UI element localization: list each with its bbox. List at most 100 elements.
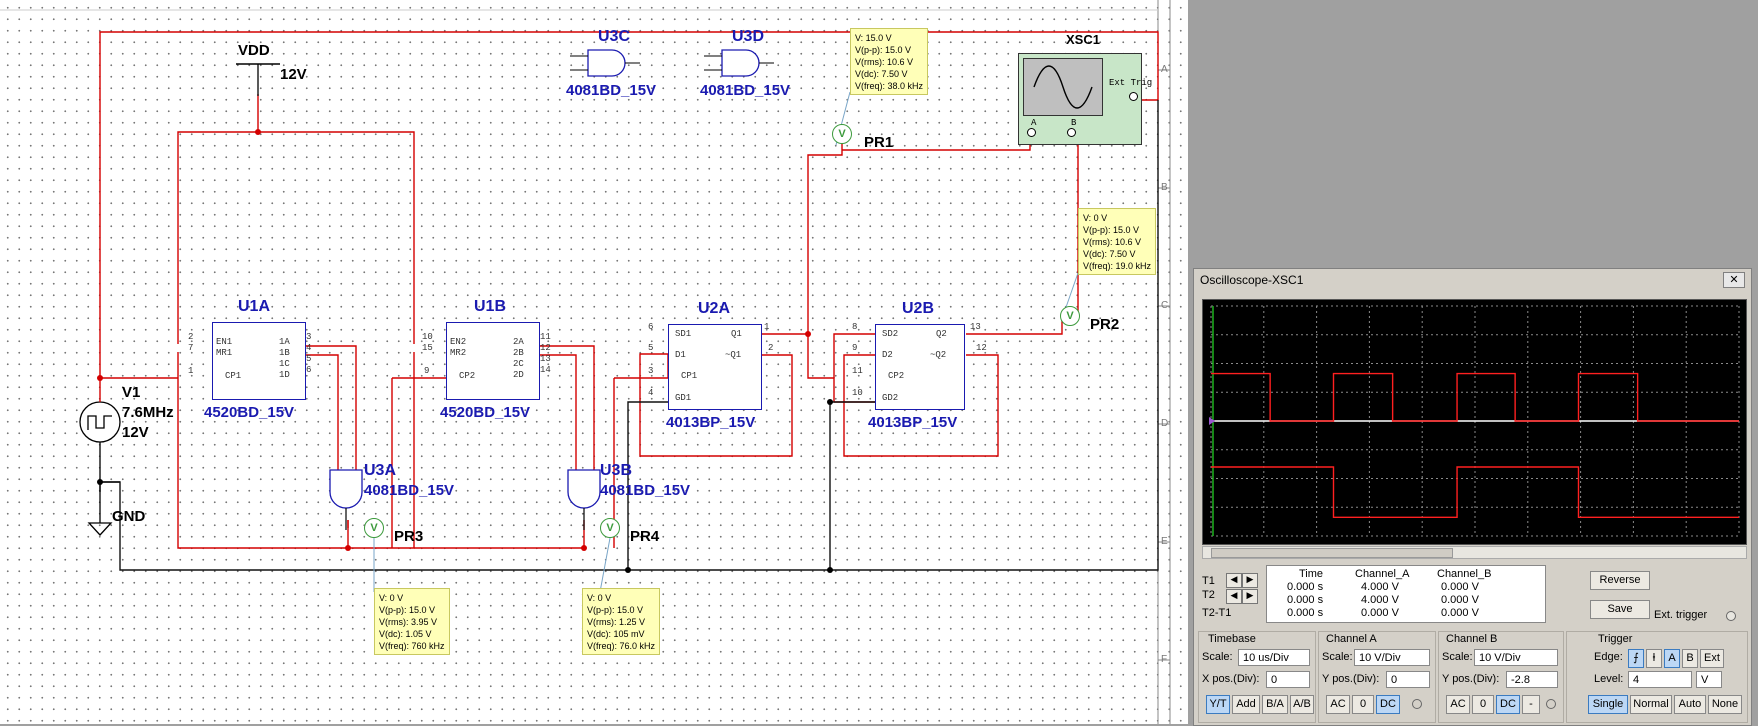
horizontal-scrollbar[interactable] xyxy=(1202,546,1747,559)
u1a-pin-mr1: MR1 xyxy=(216,348,233,358)
u2a-pin-q1: Q1 xyxy=(731,329,742,339)
u1a-chip[interactable]: EN1 MR1 CP1 1A 1B 1C 1D xyxy=(212,322,306,400)
channel-a-zero-button[interactable]: 0 xyxy=(1352,695,1374,714)
trigger-edge-label: Edge: xyxy=(1594,651,1623,663)
xsc1-ref[interactable]: XSC1 xyxy=(1066,32,1100,47)
xsc1-terminal-a[interactable] xyxy=(1027,128,1036,137)
u1b-part: 4520BD_15V xyxy=(440,404,531,421)
pr1-reading: V(freq): 38.0 kHz xyxy=(855,81,924,91)
ext-trigger-terminal[interactable] xyxy=(1726,611,1736,621)
pr3-reading: V(rms): 3.95 V xyxy=(379,617,438,627)
mode-add-button[interactable]: Add xyxy=(1232,695,1260,714)
u1b-pin-cp2: CP2 xyxy=(459,371,476,381)
xsc1-terminal-b[interactable] xyxy=(1067,128,1076,137)
xsc1-terminal-ext[interactable] xyxy=(1129,92,1138,101)
waveform-display xyxy=(1209,305,1740,537)
pr1-reading: V: 15.0 V xyxy=(855,33,892,43)
channel-a-ypos-field[interactable]: 0 xyxy=(1386,671,1430,688)
probe-pr1-icon[interactable]: V xyxy=(832,124,852,144)
channel-b-terminal[interactable] xyxy=(1546,699,1556,709)
t2-left-arrow-icon[interactable]: ◀ xyxy=(1226,589,1242,604)
u2b-chip[interactable]: SD2 D2 CP2 GD2 Q2 ~Q2 xyxy=(875,324,965,410)
trigger-normal-button[interactable]: Normal xyxy=(1630,695,1672,714)
pr3-reading: V(dc): 1.05 V xyxy=(379,629,432,639)
u3a-part: 4081BD_15V xyxy=(364,482,455,499)
schematic-canvas[interactable]: A B C D E F VDD 12V V1 7.6MHz 12V GND U1… xyxy=(0,0,1188,724)
pr2-reading: V: 0 V xyxy=(1083,213,1108,223)
trigger-source-a-button[interactable]: A xyxy=(1664,649,1680,668)
probe-pr4-icon[interactable]: V xyxy=(600,518,620,538)
trigger-source-b-button[interactable]: B xyxy=(1682,649,1698,668)
mode-ba-button[interactable]: B/A xyxy=(1262,695,1288,714)
u1a-pin-1d: 1D xyxy=(279,370,290,380)
u3d-part: 4081BD_15V xyxy=(700,82,791,99)
cell: 0.000 s xyxy=(1287,581,1324,593)
u1b-ref[interactable]: U1B xyxy=(474,298,506,316)
gnd-label[interactable]: GND xyxy=(112,508,145,525)
u3b-ref[interactable]: U3B xyxy=(600,462,632,480)
oscilloscope-window[interactable]: Oscilloscope-XSC1 ✕ T1 T2 T2-T1 ◀ ▶ ◀ ▶ … xyxy=(1193,268,1752,726)
u2a-ref[interactable]: U2A xyxy=(698,300,730,318)
channel-a-scale-field[interactable]: 10 V/Div xyxy=(1354,649,1430,666)
channel-a-ac-button[interactable]: AC xyxy=(1326,695,1350,714)
u1a-pinnum: 7 xyxy=(188,343,194,353)
u3b-part: 4081BD_15V xyxy=(600,482,691,499)
channel-a-terminal[interactable] xyxy=(1412,699,1422,709)
u2b-pinnum: 9 xyxy=(852,343,858,353)
probe-pr3-icon[interactable]: V xyxy=(364,518,384,538)
probe-pr2-label: PR2 xyxy=(1090,316,1120,333)
pr1-reading: V(rms): 10.6 V xyxy=(855,57,914,67)
u1b-chip[interactable]: EN2 MR2 CP2 2A 2B 2C 2D xyxy=(446,322,540,400)
timebase-scale-field[interactable]: 10 us/Div xyxy=(1238,649,1310,666)
close-button[interactable]: ✕ xyxy=(1723,272,1745,288)
trigger-single-button[interactable]: Single xyxy=(1588,695,1628,714)
mode-yt-button[interactable]: Y/T xyxy=(1206,695,1230,714)
oscilloscope-screen[interactable] xyxy=(1202,299,1747,545)
u2b-pinnum: 10 xyxy=(852,388,863,398)
channel-b-ac-button[interactable]: AC xyxy=(1446,695,1470,714)
v1-label[interactable]: V1 xyxy=(122,384,140,401)
channel-b-dc-button[interactable]: DC xyxy=(1496,695,1520,714)
t1-left-arrow-icon[interactable]: ◀ xyxy=(1226,573,1242,588)
trigger-level-field[interactable]: 4 xyxy=(1628,671,1692,688)
probe-pr2-readout: V: 0 V V(p-p): 15.0 V V(rms): 10.6 V V(d… xyxy=(1078,208,1157,275)
channel-b-zero-button[interactable]: 0 xyxy=(1472,695,1494,714)
u1a-pin-1a: 1A xyxy=(279,337,290,347)
timebase-xpos-field[interactable]: 0 xyxy=(1266,671,1310,688)
u1a-pinnum: 6 xyxy=(306,365,312,375)
channel-b-ypos-field[interactable]: -2.8 xyxy=(1506,671,1558,688)
timebase-xpos-label: X pos.(Div): xyxy=(1202,673,1260,685)
rising-edge-icon[interactable]: ⨍ xyxy=(1628,649,1644,668)
mode-ab-button[interactable]: A/B xyxy=(1290,695,1314,714)
trigger-level-marker xyxy=(1209,417,1215,425)
u2a-chip[interactable]: SD1 D1 CP1 GD1 Q1 ~Q1 xyxy=(668,324,762,410)
u1a-ref[interactable]: U1A xyxy=(238,298,270,316)
pr2-reading: V(dc): 7.50 V xyxy=(1083,249,1136,259)
t2-right-arrow-icon[interactable]: ▶ xyxy=(1242,589,1258,604)
u2b-ref[interactable]: U2B xyxy=(902,300,934,318)
channel-b-invert-button[interactable]: - xyxy=(1522,695,1540,714)
probe-pr2-icon[interactable]: V xyxy=(1060,306,1080,326)
trigger-level-unit[interactable]: V xyxy=(1696,671,1722,688)
t1-label: T1 xyxy=(1202,575,1215,587)
falling-edge-icon[interactable]: ⱡ xyxy=(1646,649,1662,668)
scrollbar-thumb[interactable] xyxy=(1211,548,1453,558)
t1-right-arrow-icon[interactable]: ▶ xyxy=(1242,573,1258,588)
trigger-none-button[interactable]: None xyxy=(1708,695,1742,714)
xsc1-instrument[interactable]: Ext Trig A B xyxy=(1018,53,1152,145)
u3a-ref[interactable]: U3A xyxy=(364,462,396,480)
u3c-ref[interactable]: U3C xyxy=(598,28,630,46)
trigger-source-ext-button[interactable]: Ext xyxy=(1700,649,1724,668)
u3d-ref[interactable]: U3D xyxy=(732,28,764,46)
xsc1-ch-a: A xyxy=(1031,118,1037,128)
save-button[interactable]: Save xyxy=(1590,600,1650,619)
pr4-reading: V(freq): 76.0 kHz xyxy=(587,641,656,651)
channel-b-scale-field[interactable]: 10 V/Div xyxy=(1474,649,1558,666)
vdd-label[interactable]: VDD xyxy=(238,42,270,59)
u2b-pinnum: 13 xyxy=(970,322,981,332)
u1a-pin-en1: EN1 xyxy=(216,337,233,347)
channel-a-dc-button[interactable]: DC xyxy=(1376,695,1400,714)
probe-pr4-label: PR4 xyxy=(630,528,660,545)
trigger-auto-button[interactable]: Auto xyxy=(1674,695,1706,714)
reverse-button[interactable]: Reverse xyxy=(1590,571,1650,590)
